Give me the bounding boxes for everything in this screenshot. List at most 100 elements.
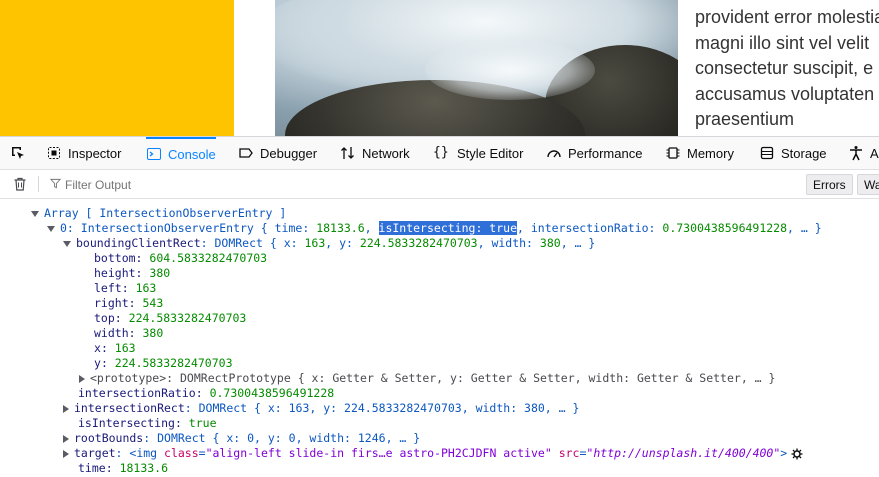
property-key: bottom [94,251,136,265]
property-key: x [94,341,101,355]
property-value: 224.5833282470703 [128,311,247,325]
property-row[interactable]: top: 224.5833282470703 [94,311,246,326]
property-row[interactable]: width: 380 [94,326,163,341]
tab-label: Storage [781,145,827,161]
property-key: top [94,311,115,325]
expand-toggle-icon[interactable] [47,225,55,232]
property-key: isIntersecting [78,416,175,430]
select-node-icon[interactable] [791,448,803,460]
console-filter-bar: Errors Wa [0,170,879,199]
property-key: target [74,446,116,460]
expand-toggle-icon[interactable] [63,240,71,247]
element-tag: : <img [115,446,165,460]
bounding-rect-row[interactable]: boundingClientRect: DOMRect { x: 163, y:… [63,236,595,251]
property-value: 0.7300438596491228 [209,386,335,400]
accessibility-icon [850,146,862,161]
property-key: boundingClientRect [76,236,201,250]
tab-label: Memory [687,145,734,161]
property-row[interactable]: left: 163 [94,281,156,296]
tab-inspector[interactable]: Inspector [46,137,121,169]
root-bounds-row[interactable]: rootBounds: DOMRect { x: 0, y: 0, width:… [63,431,420,446]
errors-filter-button[interactable]: Errors [806,174,853,195]
tab-debugger[interactable]: Debugger [238,137,317,169]
tab-label: A [870,145,879,161]
property-key: intersectionRatio [78,386,196,400]
paragraph-line: praesentium [695,109,795,130]
paragraph-line: accusamus voluptaten [695,83,875,104]
tab-performance[interactable]: Performance [546,137,642,169]
property-key: y [94,356,101,370]
network-icon [341,147,354,159]
property-row[interactable]: time: 18133.6 [78,461,168,476]
array-row[interactable]: Array [ IntersectionObserverEntry ] [31,206,286,221]
object-summary: , … } [560,236,596,250]
tab-console[interactable]: Console [146,137,216,169]
devtools-toolbar: Inspector Console Debugger Network {} St… [0,137,879,170]
object-summary: , width: [477,236,540,250]
property-row[interactable]: height: 380 [94,266,170,281]
trash-icon[interactable] [12,176,28,192]
tab-network[interactable]: Network [340,137,410,169]
target-row[interactable]: target: <img class="align-left slide-in … [63,446,803,461]
property-value: 163 [304,236,326,250]
tab-label: Performance [568,145,643,161]
property-key: height [94,266,136,280]
property-row[interactable]: isIntersecting: true [78,416,217,431]
expand-toggle-icon[interactable] [63,449,69,458]
tab-storage[interactable]: Storage [759,137,827,169]
memory-icon [666,147,680,159]
paragraph-line: magni illo sint vel velit [695,32,870,53]
ocean-photo [275,0,678,136]
entry-row[interactable]: 0: IntersectionObserverEntry { time: 181… [47,221,822,236]
web-page: provident error molestiae magni illo sin… [0,0,879,136]
property-row[interactable]: intersectionRatio: 0.7300438596491228 [78,386,334,401]
warnings-filter-button[interactable]: Wa [857,174,879,195]
property-value: 224.5833282470703 [359,236,478,250]
property-key: time [78,461,106,475]
paragraph-line: provident error molestiae [695,7,879,27]
page-paragraph: provident error molestiae magni illo sin… [695,5,879,133]
property-value: 543 [142,296,164,310]
object-summary: : DOMRect { x: [200,236,305,250]
expand-toggle-icon[interactable] [79,374,85,383]
tab-label: Style Editor [457,145,524,161]
console-icon [147,148,161,160]
debugger-icon [239,148,253,158]
tab-label: Console [168,146,216,162]
entry-suffix: , … } [787,221,822,235]
tab-label: Debugger [260,145,318,161]
element-tag: > [780,446,788,460]
attribute-value: "align-left slide-in firs…e astro-PH2CJD… [205,446,552,460]
paragraph-line: consectetur suscipit, e [695,58,874,79]
tab-memory[interactable]: Memory [665,137,734,169]
property-value: 163 [135,281,157,295]
expand-toggle-icon[interactable] [63,404,69,413]
tab-accessibility[interactable]: A [848,137,879,169]
property-value: true [188,416,217,430]
performance-icon [547,150,561,158]
expand-toggle-icon[interactable] [31,210,39,217]
toolbar-divider [38,176,39,192]
prototype-row[interactable]: <prototype>: DOMRectPrototype { x: Gette… [79,371,775,386]
expand-toggle-icon[interactable] [63,434,69,443]
property-row[interactable]: bottom: 604.5833282470703 [94,251,267,266]
selected-text: isIntersecting: true [378,221,517,235]
object-summary: : DOMRect { x: 0, y: 0, width: 1246, … } [143,431,421,445]
tab-label: Network [362,145,410,161]
property-row[interactable]: right: 543 [94,296,163,311]
entry-ratio-key: , intersectionRatio: [517,221,663,235]
element-picker-icon[interactable] [10,145,26,161]
intersection-rect-row[interactable]: intersectionRect: DOMRect { x: 163, y: 2… [63,401,579,416]
storage-icon [760,146,774,160]
property-value: 163 [114,341,136,355]
property-value: 604.5833282470703 [149,251,268,265]
property-row[interactable]: y: 224.5833282470703 [94,356,233,371]
property-row[interactable]: x: 163 [94,341,136,356]
filter-output-input[interactable] [48,174,367,196]
entry-ratio: 0.7300438596491228 [662,221,788,235]
tab-style-editor[interactable]: {} Style Editor [433,137,523,169]
property-key: left [94,281,122,295]
photo-foam [425,40,595,100]
object-summary: : DOMRect { x: 163, y: 224.5833282470703… [184,401,580,415]
property-value: 18133.6 [119,461,169,475]
